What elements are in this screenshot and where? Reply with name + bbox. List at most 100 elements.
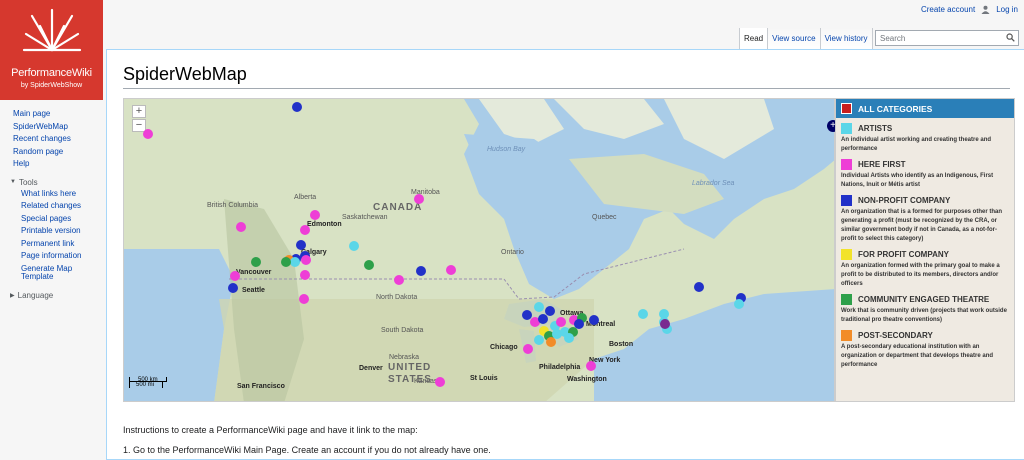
- language-heading[interactable]: ▶ Language: [0, 288, 106, 301]
- legend-item-title: COMMUNITY ENGAGED THEATRE: [858, 295, 990, 304]
- map-marker[interactable]: [534, 335, 544, 345]
- legend-item-desc: A post-secondary educational institution…: [841, 344, 994, 368]
- sidebar-item-random-page[interactable]: Random page: [0, 146, 106, 159]
- sidebar-item-permanent-link[interactable]: Permanent link: [0, 238, 106, 251]
- language-heading-label: Language: [17, 290, 54, 300]
- map-marker[interactable]: [694, 282, 704, 292]
- zoom-in-button[interactable]: +: [132, 105, 146, 118]
- sidebar-item-page-information[interactable]: Page information: [0, 250, 106, 263]
- sidebar-item-recent-changes[interactable]: Recent changes: [0, 133, 106, 146]
- map-label-st-louis: St Louis: [470, 375, 498, 382]
- map-marker[interactable]: [734, 299, 744, 309]
- map-label-san-francisco: San Francisco: [237, 383, 285, 390]
- map-marker[interactable]: [292, 102, 302, 112]
- map-marker[interactable]: [296, 240, 306, 250]
- legend-item-here-first[interactable]: HERE FIRST Individual Artists who identi…: [836, 154, 1014, 190]
- map-marker[interactable]: [364, 260, 374, 270]
- map-scale-bar: 500 km 500 mi: [129, 377, 167, 388]
- map-marker[interactable]: [310, 210, 320, 220]
- map-marker[interactable]: [435, 377, 445, 387]
- map-marker[interactable]: [299, 294, 309, 304]
- legend-swatch: [841, 123, 852, 134]
- map-label-chicago: Chicago: [490, 344, 518, 351]
- map-label-united: UNITED: [388, 362, 432, 373]
- map-marker[interactable]: [586, 361, 596, 371]
- create-account-link[interactable]: Create account: [921, 5, 975, 14]
- sidebar-item-generate-map[interactable]: Generate Map: [0, 263, 106, 274]
- sidebar-item-spiderwebmap[interactable]: SpiderWebMap: [0, 121, 106, 134]
- map-marker[interactable]: [546, 337, 556, 347]
- page-title: SpiderWebMap: [123, 64, 247, 84]
- legend-swatch: [841, 159, 852, 170]
- search-icon[interactable]: [1006, 33, 1015, 44]
- map-marker[interactable]: [290, 257, 300, 267]
- spiderweb-map[interactable]: + − Hudson Bay Labrador Sea CANADA Quebe…: [123, 98, 835, 402]
- spiderweb-logo-icon: [22, 8, 82, 52]
- chevron-right-icon: ▶: [10, 292, 15, 299]
- legend-item-community-engaged[interactable]: COMMUNITY ENGAGED THEATRE Work that is c…: [836, 289, 1014, 325]
- map-label-ontario: Ontario: [501, 249, 524, 256]
- map-marker[interactable]: [446, 265, 456, 275]
- legend-item-for-profit[interactable]: FOR PROFIT COMPANY An organization forme…: [836, 244, 1014, 289]
- legend-swatch-all: [841, 103, 852, 114]
- sidebar-item-main-page[interactable]: Main page: [0, 108, 106, 121]
- sidebar-item-printable-version[interactable]: Printable version: [0, 225, 106, 238]
- map-label-hudson-bay: Hudson Bay: [487, 146, 526, 153]
- map-label-saskatchewan: Saskatchewan: [342, 214, 388, 221]
- tools-heading[interactable]: ▼ Tools: [0, 175, 106, 188]
- logo-tagline: by SpiderWebShow: [20, 82, 83, 89]
- logo-title: PerformanceWiki: [11, 67, 92, 79]
- legend-item-title: FOR PROFIT COMPANY: [858, 250, 949, 259]
- map-marker[interactable]: [534, 302, 544, 312]
- map-marker[interactable]: [301, 255, 311, 265]
- map-marker[interactable]: [349, 241, 359, 251]
- sidebar-item-related-changes[interactable]: Related changes: [0, 200, 106, 213]
- map-marker[interactable]: [638, 309, 648, 319]
- tab-view-source[interactable]: View source: [767, 28, 820, 50]
- legend-item-title: POST-SECONDARY: [858, 331, 933, 340]
- sidebar-item-special-pages[interactable]: Special pages: [0, 213, 106, 226]
- map-label-canada: CANADA: [373, 202, 423, 213]
- tools-heading-label: Tools: [18, 177, 38, 187]
- legend-item-desc: An organization formed with the primary …: [841, 263, 1000, 287]
- map-legend: ALL CATEGORIES ARTISTS An individual art…: [835, 98, 1015, 402]
- sidebar-nav: Main page SpiderWebMap Recent changes Ra…: [0, 108, 106, 171]
- map-marker[interactable]: [556, 317, 566, 327]
- map-marker[interactable]: [228, 283, 238, 293]
- map-marker[interactable]: [414, 194, 424, 204]
- tab-read[interactable]: Read: [739, 28, 768, 50]
- tools-list: What links here Related changes Special …: [0, 188, 106, 284]
- map-marker[interactable]: [143, 129, 153, 139]
- search-input[interactable]: Search: [875, 30, 1019, 46]
- search-placeholder: Search: [880, 34, 906, 43]
- legend-item-non-profit[interactable]: NON-PROFIT COMPANY An organization that …: [836, 190, 1014, 244]
- sidebar-item-what-links-here[interactable]: What links here: [0, 188, 106, 201]
- map-marker[interactable]: [281, 257, 291, 267]
- tab-view-history[interactable]: View history: [819, 28, 873, 50]
- legend-swatch: [841, 330, 852, 341]
- sidebar-item-help[interactable]: Help: [0, 158, 106, 171]
- site-logo[interactable]: PerformanceWiki by SpiderWebShow: [0, 0, 103, 100]
- map-marker[interactable]: [300, 225, 310, 235]
- map-marker[interactable]: [416, 266, 426, 276]
- map-marker[interactable]: [660, 319, 670, 329]
- map-base-layer: [124, 99, 834, 401]
- legend-item-desc: An individual artist working and creatin…: [841, 137, 992, 152]
- sidebar-item-template[interactable]: Template: [0, 272, 106, 284]
- map-marker[interactable]: [538, 314, 548, 324]
- legend-all-categories[interactable]: ALL CATEGORIES: [836, 99, 1014, 118]
- map-marker[interactable]: [251, 257, 261, 267]
- map-label-states: STATES: [388, 374, 432, 385]
- map-marker[interactable]: [523, 344, 533, 354]
- map-marker[interactable]: [300, 270, 310, 280]
- scale-mi-label: 500 mi: [136, 382, 155, 388]
- map-marker[interactable]: [589, 315, 599, 325]
- legend-item-post-secondary[interactable]: POST-SECONDARY A post-secondary educatio…: [836, 325, 1014, 370]
- map-marker[interactable]: [564, 333, 574, 343]
- map-marker[interactable]: [230, 271, 240, 281]
- map-marker[interactable]: [236, 222, 246, 232]
- map-label-alberta: Alberta: [294, 194, 317, 201]
- login-link[interactable]: Log in: [996, 5, 1018, 14]
- legend-item-artists[interactable]: ARTISTS An individual artist working and…: [836, 118, 1014, 154]
- map-marker[interactable]: [394, 275, 404, 285]
